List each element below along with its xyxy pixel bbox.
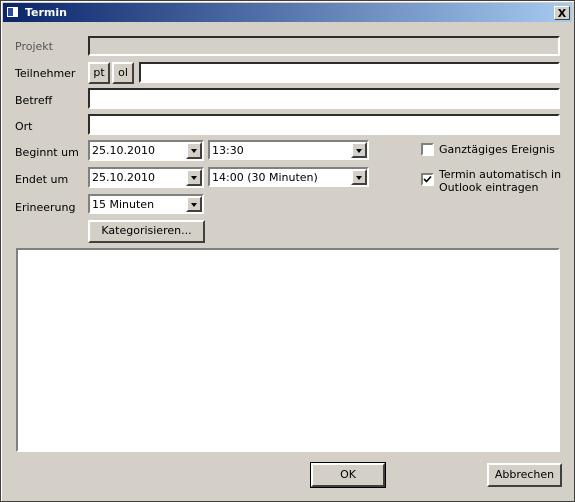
endet-label: Endet um [15, 173, 69, 186]
endet-time-combo[interactable]: 14:00 (30 Minuten) [208, 167, 369, 187]
ganztaegig-checkbox[interactable] [421, 143, 434, 156]
projekt-input[interactable] [88, 36, 560, 56]
endet-date-combo[interactable]: 25.10.2010 [88, 167, 204, 188]
dropdown-arrow-icon[interactable] [186, 169, 202, 186]
erinnerung-value: 15 Minuten [92, 198, 155, 211]
ganztaegig-label: Ganztägiges Ereignis [439, 143, 555, 156]
dropdown-arrow-icon[interactable] [351, 169, 367, 185]
window-icon [6, 6, 19, 18]
dropdown-arrow-icon[interactable] [351, 142, 367, 158]
ort-label: Ort [15, 120, 33, 133]
beginnt-date-value: 25.10.2010 [92, 144, 155, 157]
outlook-checkbox[interactable] [421, 173, 434, 186]
ol-button[interactable]: ol [112, 62, 134, 84]
erinnerung-combo[interactable]: 15 Minuten [88, 194, 204, 214]
erinnerung-label: Erineerung [15, 201, 76, 214]
dropdown-arrow-icon[interactable] [186, 196, 202, 212]
kategorisieren-button[interactable]: Kategorisieren... [88, 220, 205, 243]
projekt-label: Projekt [15, 40, 53, 53]
beginnt-date-combo[interactable]: 25.10.2010 [88, 140, 204, 161]
close-button[interactable]: X [554, 6, 570, 20]
beginnt-time-combo[interactable]: 13:30 [208, 140, 369, 160]
window-title: Termin [25, 6, 67, 19]
endet-date-value: 25.10.2010 [92, 171, 155, 184]
beginnt-time-value: 13:30 [212, 144, 244, 157]
teilnehmer-label: Teilnehmer [15, 67, 76, 80]
outlook-label-line1: Termin automatisch in [439, 168, 562, 181]
outlook-label-line2: Outlook eintragen [439, 181, 539, 194]
ort-input[interactable] [88, 114, 560, 135]
betreff-input[interactable] [88, 88, 560, 109]
title-bar: Termin X [3, 3, 572, 22]
teilnehmer-input[interactable] [139, 62, 560, 83]
dialog-window: Termin X Projekt Teilnehmer pt ol Betref… [0, 0, 575, 502]
dropdown-arrow-icon[interactable] [186, 142, 202, 159]
endet-time-value: 14:00 (30 Minuten) [212, 171, 318, 184]
notes-textarea[interactable] [16, 248, 560, 452]
ok-button[interactable]: OK [310, 462, 386, 488]
betreff-label: Betreff [15, 94, 53, 107]
beginnt-label: Beginnt um [15, 146, 79, 159]
check-icon [423, 175, 432, 183]
pt-button[interactable]: pt [88, 62, 110, 84]
cancel-button[interactable]: Abbrechen [487, 463, 562, 487]
